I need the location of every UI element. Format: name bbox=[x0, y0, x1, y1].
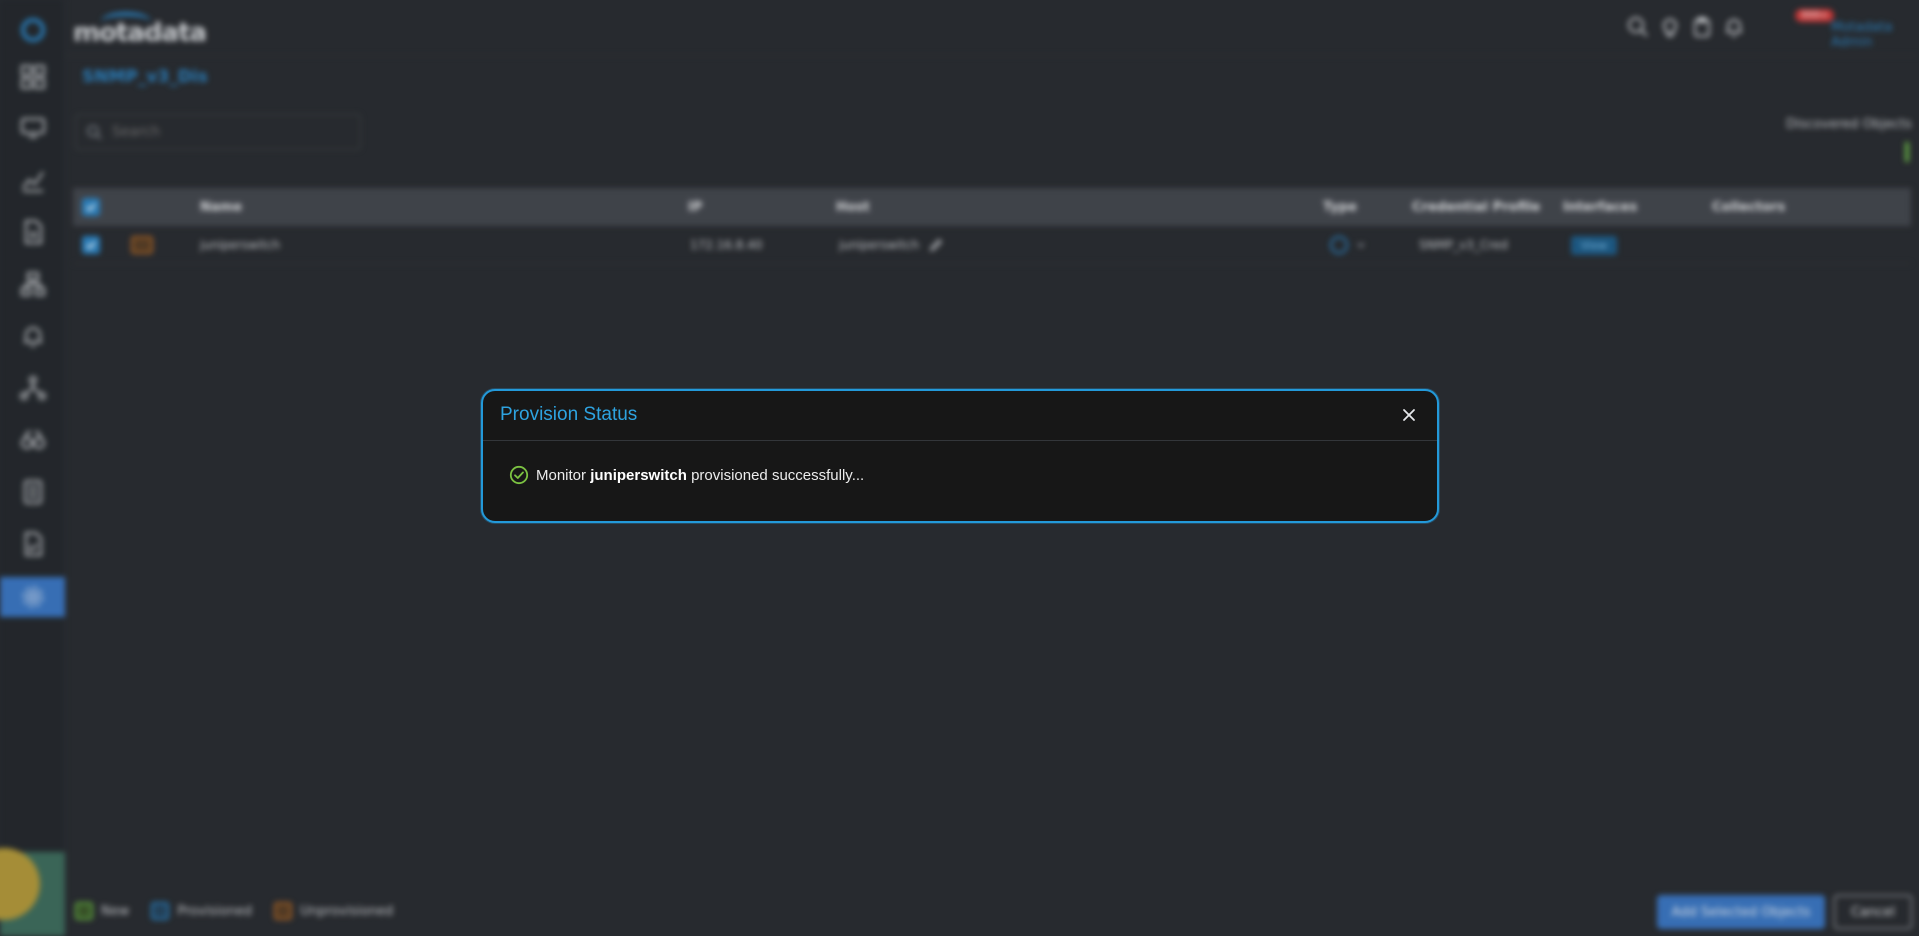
dialog-title: Provision Status bbox=[500, 404, 638, 425]
status-message: Monitor juniperswitch provisioned succes… bbox=[509, 465, 864, 485]
check-circle-icon bbox=[509, 465, 529, 485]
message-prefix: Monitor bbox=[536, 466, 587, 484]
message-suffix: provisioned successfully... bbox=[691, 466, 865, 484]
close-icon[interactable] bbox=[1399, 405, 1419, 425]
dialog-header: Provision Status bbox=[483, 391, 1437, 441]
dialog-body: Monitor juniperswitch provisioned succes… bbox=[483, 441, 1437, 521]
message-monitor-name: juniperswitch bbox=[590, 466, 687, 484]
provision-status-dialog: Provision Status Monitor juniperswitch p… bbox=[481, 389, 1439, 523]
